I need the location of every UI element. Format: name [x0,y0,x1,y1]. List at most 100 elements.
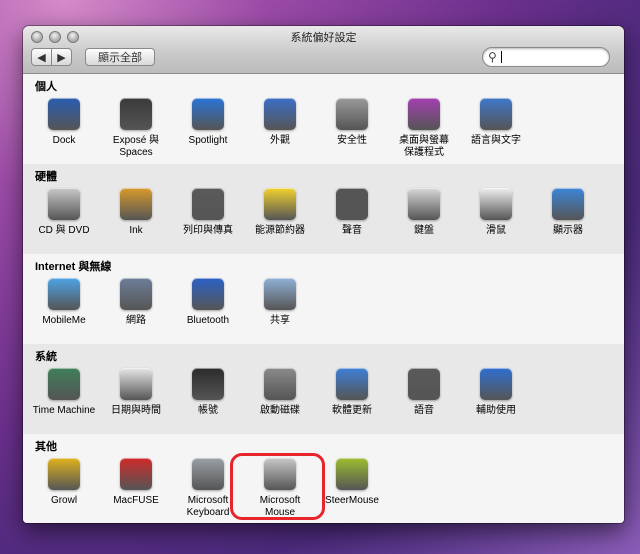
forward-button[interactable]: ▶ [51,48,72,66]
pref-pane-label: MacFUSE [113,495,159,506]
pref-pane[interactable]: Growl [29,456,99,507]
pref-pane-label: 顯示器 [553,225,583,236]
pref-pane-label: 語言與文字 [471,135,521,146]
sharing-icon [264,278,296,310]
pref-pane[interactable]: SteerMouse [317,456,387,507]
speech-icon [408,368,440,400]
time-machine-icon [48,368,80,400]
pref-pane-label: Ink [129,225,143,236]
ink-icon [120,188,152,220]
software-update-icon [336,368,368,400]
pref-pane-label: 安全性 [337,135,367,146]
pref-pane[interactable]: 語言與文字 [461,96,531,147]
toolbar: 系統偏好設定 ◀ ▶ 顯示全部 ⚲ [23,26,624,74]
pref-pane[interactable]: Time Machine [29,366,99,417]
pref-pane-label: 帳號 [198,405,218,416]
pref-pane[interactable]: 桌面與螢幕 保護程式 [389,96,459,159]
pref-pane-label: 鍵盤 [414,225,434,236]
pref-pane[interactable]: 顯示器 [533,186,603,237]
section-3: 系統 Time Machine 日期與時間 帳號 啟動磁碟 軟體更新 語音 輔助使用 [23,344,624,435]
section-title: 硬體 [35,171,57,183]
accounts-icon [192,368,224,400]
pref-pane[interactable]: 帳號 [173,366,243,417]
dock-icon [48,98,80,130]
system-preferences-window: 系統偏好設定 ◀ ▶ 顯示全部 ⚲ 個人 Dock Exposé 與 Spaces S… [23,26,624,523]
pref-pane[interactable]: 軟體更新 [317,366,387,417]
steermouse-icon [336,458,368,490]
pref-pane[interactable]: 日期與時間 [101,366,171,417]
pref-pane[interactable]: MacFUSE [101,456,171,507]
pref-pane-label: Bluetooth [186,315,230,326]
startup-disk-icon [264,368,296,400]
expose-icon [120,98,152,130]
pref-pane-label: 外觀 [270,135,290,146]
search-input[interactable]: ⚲ [482,47,610,67]
pref-pane-label: Growl [50,495,78,506]
mobileme-icon [48,278,80,310]
pref-pane[interactable]: Bluetooth [173,276,243,327]
pref-pane-label: SteerMouse [325,495,379,506]
section-title: Internet 與無線 [35,261,112,273]
display-icon [552,188,584,220]
pref-pane[interactable]: 滑鼠 [461,186,531,237]
spotlight-icon [192,98,224,130]
pref-pane[interactable]: Spotlight [173,96,243,147]
pref-pane-label: Dock [52,135,76,146]
ms-keyboard-icon [192,458,224,490]
section-title: 個人 [35,81,57,93]
section-2: Internet 與無線 MobileMe 網路 Bluetooth 共享 [23,254,624,345]
section-title: 其他 [35,441,57,453]
printer-icon [192,188,224,220]
pref-pane-label: Exposé 與 Spaces [112,135,160,158]
pref-pane-label: 網路 [126,315,146,326]
pref-pane[interactable]: MobileMe [29,276,99,327]
pref-pane[interactable]: 共享 [245,276,315,327]
pref-pane-label: 滑鼠 [486,225,506,236]
pref-pane[interactable]: Dock [29,96,99,147]
network-icon [120,278,152,310]
pref-pane-label: 聲音 [342,225,362,236]
pref-pane[interactable]: 輔助使用 [461,366,531,417]
pref-pane-label: Spotlight [188,135,228,146]
pref-pane-label: 共享 [270,315,290,326]
pref-pane-label: 桌面與螢幕 保護程式 [399,135,449,158]
cd-dvd-icon [48,188,80,220]
pref-pane[interactable]: 網路 [101,276,171,327]
pref-pane[interactable]: 安全性 [317,96,387,147]
highlight-annotation [230,453,325,520]
security-icon [336,98,368,130]
pref-pane[interactable]: 聲音 [317,186,387,237]
pref-pane-label: 能源節約器 [255,225,305,236]
mouse-icon [480,188,512,220]
search-icon: ⚲ [488,50,497,64]
appearance-icon [264,98,296,130]
pref-pane-label: 日期與時間 [111,405,161,416]
pref-pane[interactable]: Exposé 與 Spaces [101,96,171,159]
energy-saver-icon [264,188,296,220]
desktop-icon [408,98,440,130]
sound-icon [336,188,368,220]
bluetooth-icon [192,278,224,310]
pref-pane[interactable]: 能源節約器 [245,186,315,237]
pref-pane[interactable]: 外觀 [245,96,315,147]
pref-pane[interactable]: 啟動磁碟 [245,366,315,417]
language-icon [480,98,512,130]
section-title: 系統 [35,351,57,363]
text-caret [501,51,502,63]
pref-pane[interactable]: 列印與傳真 [173,186,243,237]
show-all-button[interactable]: 顯示全部 [85,48,155,66]
section-0: 個人 Dock Exposé 與 Spaces Spotlight 外觀 安全性 桌面與螢幕… [23,74,624,165]
pref-pane-label: MobileMe [42,315,86,326]
window-title: 系統偏好設定 [290,32,357,44]
pref-pane-label: 輔助使用 [476,405,516,416]
date-time-icon [120,368,152,400]
pref-pane[interactable]: CD 與 DVD [29,186,99,237]
back-button[interactable]: ◀ [31,48,52,66]
growl-icon [48,458,80,490]
pref-pane[interactable]: 鍵盤 [389,186,459,237]
pref-pane-label: Time Machine [32,405,96,416]
section-1: 硬體 CD 與 DVD Ink 列印與傳真 能源節約器 聲音 鍵盤 滑鼠 顯示器 [23,164,624,255]
pref-pane-label: 語音 [414,405,434,416]
pref-pane[interactable]: 語音 [389,366,459,417]
pref-pane[interactable]: Ink [101,186,171,237]
